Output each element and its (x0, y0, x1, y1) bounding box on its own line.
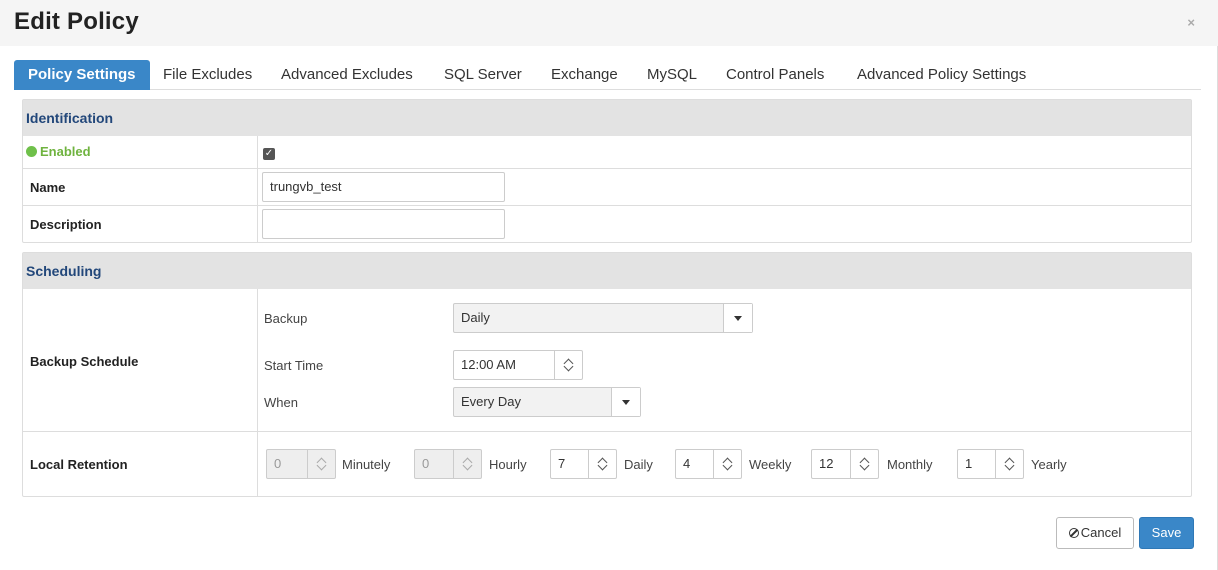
yearly-label: Yearly (1031, 457, 1067, 472)
identification-heading: Identification (23, 100, 1191, 136)
enabled-checkbox[interactable]: ✓ (263, 148, 275, 160)
save-button[interactable]: Save (1139, 517, 1194, 549)
status-dot-icon (26, 146, 37, 157)
backup-schedule-label: Backup Schedule (30, 354, 139, 369)
dialog-title: Edit Policy (14, 8, 139, 35)
backup-select[interactable]: Daily (453, 303, 753, 333)
local-retention-label: Local Retention (30, 457, 128, 472)
description-label: Description (30, 217, 102, 232)
backup-schedule-row: Backup Schedule Backup Daily Start Time … (23, 289, 1191, 431)
start-time-input[interactable]: 12:00 AM (453, 350, 583, 380)
enabled-label: Enabled (40, 144, 91, 159)
daily-stepper[interactable]: 7 (550, 449, 617, 479)
minutely-stepper: 0 (266, 449, 336, 479)
name-label: Name (30, 180, 66, 195)
identification-section: Identification Enabled ✓ Name trungvb_te… (22, 99, 1192, 243)
hourly-label: Hourly (489, 457, 527, 472)
when-select[interactable]: Every Day (453, 387, 641, 417)
name-row: Name trungvb_test (23, 168, 1191, 205)
enabled-row: Enabled ✓ (23, 136, 1191, 168)
description-input[interactable] (262, 209, 505, 239)
name-input[interactable]: trungvb_test (262, 172, 505, 202)
tab-exchange[interactable]: Exchange (551, 60, 618, 90)
hourly-stepper: 0 (414, 449, 482, 479)
tab-sql-server[interactable]: SQL Server (444, 60, 522, 90)
weekly-stepper[interactable]: 4 (675, 449, 742, 479)
tab-policy-settings[interactable]: Policy Settings (14, 60, 150, 90)
minutely-label: Minutely (342, 457, 391, 472)
when-select-value: Every Day (461, 394, 521, 409)
when-label: When (264, 395, 298, 410)
ban-icon (1068, 528, 1079, 538)
start-time-stepper[interactable] (554, 351, 582, 379)
tab-mysql[interactable]: MySQL (647, 60, 697, 90)
tab-advanced-excludes[interactable]: Advanced Excludes (281, 60, 413, 90)
yearly-stepper[interactable]: 1 (957, 449, 1024, 479)
weekly-label: Weekly (749, 457, 792, 472)
backup-label: Backup (264, 311, 308, 326)
edit-policy-dialog: Edit Policy × Policy Settings File Exclu… (0, 0, 1218, 570)
close-icon[interactable]: × (1187, 15, 1195, 30)
scheduling-heading: Scheduling (23, 253, 1191, 289)
daily-label: Daily (624, 457, 653, 472)
description-row: Description (23, 205, 1191, 242)
start-time-value: 12:00 AM (461, 357, 516, 372)
monthly-label: Monthly (887, 457, 933, 472)
monthly-stepper[interactable]: 12 (811, 449, 879, 479)
dialog-header: Edit Policy × (0, 0, 1218, 46)
tab-advanced-policy-settings[interactable]: Advanced Policy Settings (857, 60, 1026, 90)
tab-bar: Policy Settings File Excludes Advanced E… (14, 60, 1201, 90)
start-time-label: Start Time (264, 358, 324, 373)
chevron-down-icon (622, 400, 630, 405)
local-retention-row: Local Retention 0 Minutely 0 Hourly 7 Da… (23, 431, 1191, 496)
tab-file-excludes[interactable]: File Excludes (163, 60, 252, 90)
backup-select-value: Daily (461, 310, 490, 325)
tab-control-panels[interactable]: Control Panels (726, 60, 824, 90)
chevron-down-icon (734, 316, 742, 321)
scheduling-section: Scheduling Backup Schedule Backup Daily … (22, 252, 1192, 497)
cancel-button[interactable]: Cancel (1056, 517, 1134, 549)
